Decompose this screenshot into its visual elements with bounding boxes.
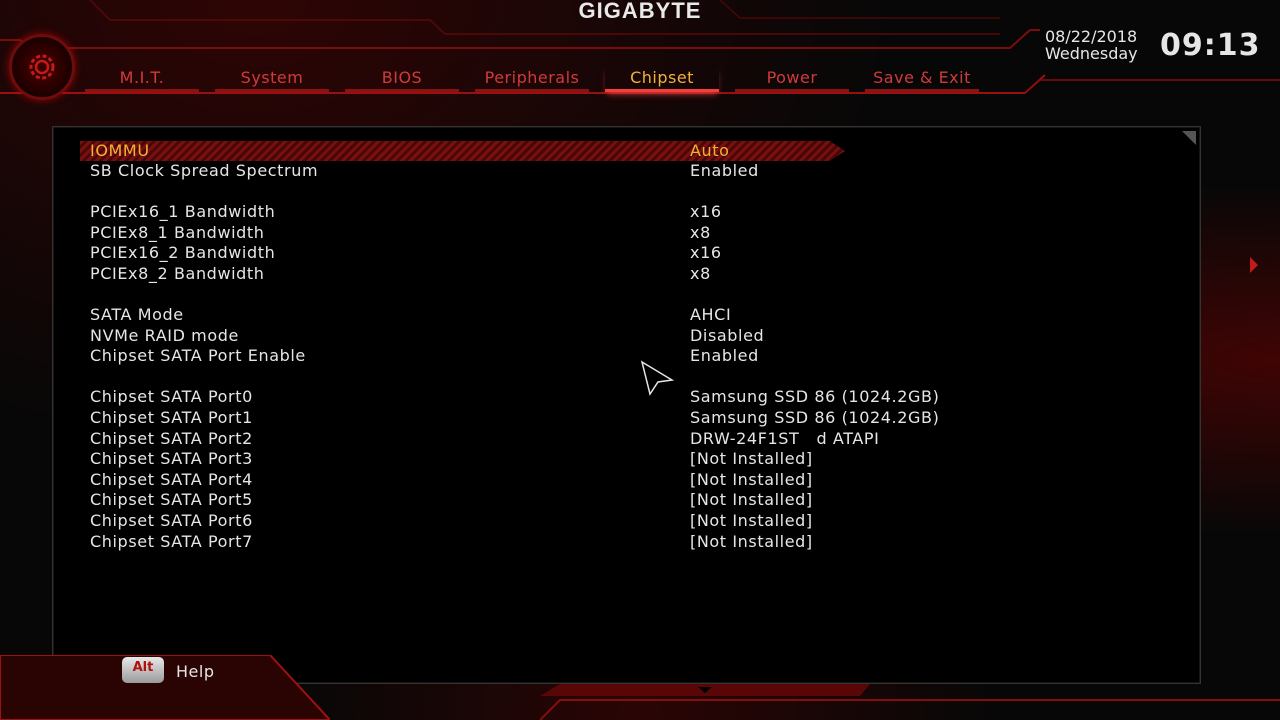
setting-row-sata-port6: Chipset SATA Port6 [Not Installed]: [90, 511, 1150, 531]
setting-value: [Not Installed]: [690, 532, 813, 551]
setting-label: Chipset SATA Port2: [90, 429, 253, 448]
setting-value: Samsung SSD 86 (1024.2GB): [690, 408, 940, 427]
setting-label: Chipset SATA Port4: [90, 470, 253, 489]
tab-power[interactable]: Power: [735, 66, 849, 92]
setting-row-nvme-raid-mode[interactable]: NVMe RAID mode Disabled: [90, 326, 1150, 346]
tab-chipset[interactable]: Chipset: [605, 66, 719, 92]
setting-value: [Not Installed]: [690, 470, 813, 489]
setting-row-sata-port2: Chipset SATA Port2 DRW-24F1ST d ATAPI: [90, 429, 1150, 449]
setting-value[interactable]: x16: [690, 202, 722, 222]
setting-row-iommu[interactable]: IOMMU Auto: [80, 141, 1150, 161]
setting-row-sata-port4: Chipset SATA Port4 [Not Installed]: [90, 470, 1150, 490]
gear-icon[interactable]: [9, 34, 75, 100]
setting-label: PCIEx16_2 Bandwidth: [90, 243, 276, 262]
setting-row-sata-port0: Chipset SATA Port0 Samsung SSD 86 (1024.…: [90, 387, 1150, 407]
setting-label: SB Clock Spread Spectrum: [90, 161, 319, 180]
bottom-frame: [540, 684, 1280, 720]
setting-value[interactable]: x8: [690, 223, 711, 243]
setting-row-sb-clock-spread-spectrum[interactable]: SB Clock Spread Spectrum Enabled: [90, 161, 1150, 181]
setting-value: [Not Installed]: [690, 449, 813, 468]
setting-label: Chipset SATA Port5: [90, 490, 253, 509]
chevron-right-icon[interactable]: [1248, 245, 1260, 285]
setting-label: Chipset SATA Port6: [90, 511, 253, 530]
setting-label: PCIEx8_1 Bandwidth: [90, 223, 265, 242]
tab-peripherals[interactable]: Peripherals: [475, 66, 589, 92]
setting-label: Chipset SATA Port Enable: [90, 346, 306, 365]
weekday-text: Wednesday: [1045, 44, 1138, 63]
setting-label: Chipset SATA Port7: [90, 532, 253, 551]
setting-value[interactable]: AHCI: [690, 305, 731, 325]
gigabyte-logo: GIGABYTE: [578, 0, 702, 23]
setting-row-pciex8-2-bandwidth[interactable]: PCIEx8_2 Bandwidth x8: [90, 264, 1150, 284]
tab-save-exit[interactable]: Save & Exit: [865, 66, 979, 92]
setting-label: Chipset SATA Port1: [90, 408, 253, 427]
selection-highlight: [80, 141, 845, 161]
setting-value: Samsung SSD 86 (1024.2GB): [690, 387, 940, 406]
setting-label: NVMe RAID mode: [90, 326, 239, 345]
setting-label: Chipset SATA Port3: [90, 449, 253, 468]
setting-label: Chipset SATA Port0: [90, 387, 253, 406]
setting-label: PCIEx8_2 Bandwidth: [90, 264, 265, 283]
setting-value[interactable]: Enabled: [690, 161, 759, 181]
setting-label: IOMMU: [90, 141, 150, 160]
setting-row-chipset-sata-port-enable[interactable]: Chipset SATA Port Enable Enabled: [90, 346, 1150, 366]
setting-row-sata-port7: Chipset SATA Port7 [Not Installed]: [90, 532, 1150, 552]
setting-row-pciex16-1-bandwidth[interactable]: PCIEx16_1 Bandwidth x16: [90, 202, 1150, 222]
date-text: 08/22/2018: [1045, 27, 1138, 46]
setting-row-pciex16-2-bandwidth[interactable]: PCIEx16_2 Bandwidth x16: [90, 243, 1150, 263]
help-panel-frame: [0, 655, 330, 720]
setting-value[interactable]: Auto: [690, 141, 730, 161]
setting-value[interactable]: x16: [690, 243, 722, 263]
tab-bar: M.I.T. System BIOS Peripherals Chipset P…: [85, 66, 995, 94]
setting-row-pciex8-1-bandwidth[interactable]: PCIEx8_1 Bandwidth x8: [90, 223, 1150, 243]
settings-panel: IOMMU Auto SB Clock Spread Spectrum Enab…: [52, 126, 1201, 684]
gear-icon-glyph: [29, 54, 55, 80]
tab-mit[interactable]: M.I.T.: [85, 66, 199, 92]
setting-value[interactable]: Disabled: [690, 326, 764, 346]
setting-label: PCIEx16_1 Bandwidth: [90, 202, 276, 221]
tab-system[interactable]: System: [215, 66, 329, 92]
setting-row-sata-port5: Chipset SATA Port5 [Not Installed]: [90, 490, 1150, 510]
setting-value[interactable]: x8: [690, 264, 711, 284]
setting-value[interactable]: Enabled: [690, 346, 759, 366]
date-display: 08/22/2018 Wednesday: [1045, 28, 1138, 62]
clock: 09:13: [1160, 28, 1261, 63]
setting-row-sata-port1: Chipset SATA Port1 Samsung SSD 86 (1024.…: [90, 408, 1150, 428]
alt-key-icon[interactable]: Alt: [122, 657, 164, 683]
mouse-pointer-icon: [640, 360, 675, 396]
panel-corner: [1182, 131, 1196, 145]
setting-label: SATA Mode: [90, 305, 184, 324]
tab-bios[interactable]: BIOS: [345, 66, 459, 92]
setting-value: [Not Installed]: [690, 511, 813, 530]
setting-row-sata-port3: Chipset SATA Port3 [Not Installed]: [90, 449, 1150, 469]
setting-value: DRW-24F1ST d ATAPI: [690, 429, 880, 448]
setting-value: [Not Installed]: [690, 490, 813, 509]
setting-row-sata-mode[interactable]: SATA Mode AHCI: [90, 305, 1150, 325]
help-label[interactable]: Help: [176, 662, 214, 681]
